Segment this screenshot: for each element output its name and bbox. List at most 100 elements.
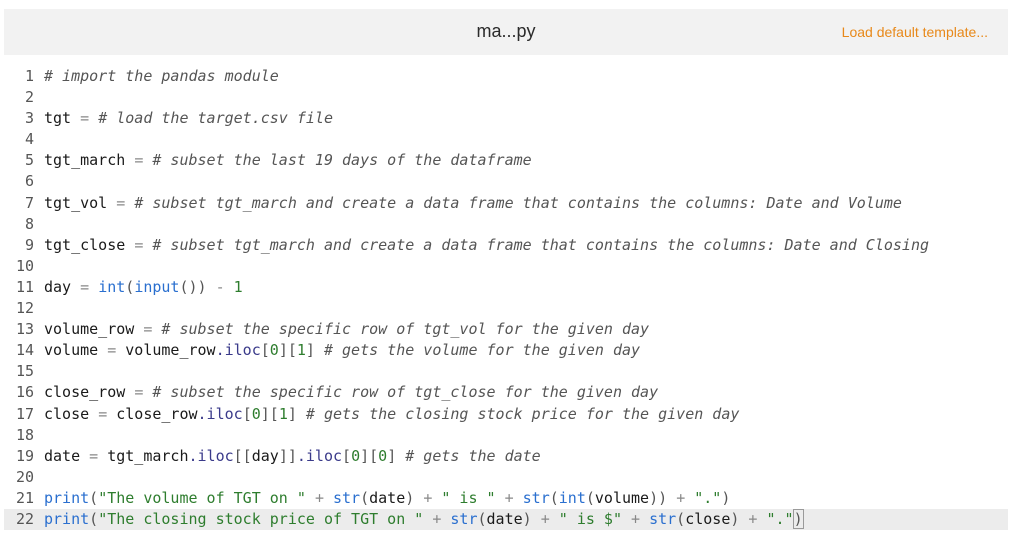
code-line[interactable]: 16 close_row = # subset the specific row … <box>4 382 1008 403</box>
code-token: ][ <box>278 341 297 360</box>
code-token: .iloc <box>215 341 261 360</box>
code-line[interactable]: 8 <box>4 214 1008 235</box>
line-number: 4 <box>24 130 34 149</box>
code-line[interactable]: 17 close = close_row.iloc[0][1] # gets th… <box>4 404 1008 425</box>
code-token: + <box>314 488 324 507</box>
load-default-template-link[interactable]: Load default template... <box>842 24 988 40</box>
code-line-content: volume = volume_row.iloc[0][1] # gets th… <box>44 341 640 359</box>
code-token: = <box>89 446 99 465</box>
code-line-content: tgt_vol = # subset tgt_march and create … <box>44 194 902 212</box>
code-token: 1 <box>233 277 243 296</box>
code-token: [[ <box>233 446 252 465</box>
code-line[interactable]: 18 <box>4 425 1008 446</box>
code-token: ] <box>387 446 397 465</box>
code-token: volume_row <box>44 320 144 339</box>
code-token: = <box>116 193 126 212</box>
code-line[interactable]: 19 date = tgt_march.iloc[[day]].iloc[0][0… <box>4 446 1008 467</box>
code-token: ]] <box>278 446 297 465</box>
code-line-content: tgt_close = # subset tgt_march and creat… <box>44 236 929 254</box>
code-token: ( <box>125 277 135 296</box>
code-line[interactable]: 7 tgt_vol = # subset tgt_march and create… <box>4 193 1008 214</box>
code-token: close_row <box>107 404 198 423</box>
code-token: # gets the closing stock price for the g… <box>305 404 740 423</box>
code-token: print <box>44 509 90 528</box>
code-token: # import the pandas module <box>44 67 279 85</box>
editor-header: ma...py Load default template... <box>4 9 1008 55</box>
code-line-content: tgt = # load the target.csv file <box>44 109 333 127</box>
code-line[interactable]: 3 tgt = # load the target.csv file <box>4 108 1008 129</box>
code-line-content: close = close_row.iloc[0][1] # gets the … <box>44 405 739 423</box>
code-token: ( <box>585 488 595 507</box>
code-token: [ <box>342 446 352 465</box>
code-token: # gets the date <box>405 446 541 465</box>
code-token: .iloc <box>296 446 343 465</box>
code-line[interactable]: 13 volume_row = # subset the specific row… <box>4 319 1008 340</box>
code-line-content: print("The closing stock price of TGT on… <box>44 508 804 529</box>
code-token: ][ <box>360 446 379 465</box>
code-line[interactable]: 1 # import the pandas module <box>4 66 1008 87</box>
code-line[interactable]: 20 <box>4 467 1008 488</box>
code-token: str <box>333 488 361 507</box>
line-number: 22 <box>15 509 34 528</box>
line-number: 13 <box>15 320 34 339</box>
code-token: [ <box>242 404 252 423</box>
code-line[interactable]: 2 <box>4 87 1008 108</box>
code-token: 1 <box>296 341 306 360</box>
code-token: day <box>251 446 279 465</box>
code-line[interactable]: 22 print("The closing stock price of TGT … <box>4 508 1008 531</box>
code-token: ( <box>676 509 686 528</box>
code-token: volume_row <box>116 341 216 360</box>
line-number: 5 <box>24 151 34 170</box>
code-token: "." <box>694 488 722 507</box>
code-line[interactable]: 5 tgt_march = # subset the last 19 days o… <box>4 150 1008 171</box>
code-token: + <box>540 509 550 528</box>
code-token: volume <box>594 488 650 507</box>
code-line[interactable]: 14 volume = volume_row.iloc[0][1] # gets … <box>4 340 1008 361</box>
code-token: ][ <box>260 404 279 423</box>
code-token: 0 <box>251 404 261 423</box>
line-number: 18 <box>15 425 34 444</box>
code-token: int <box>98 277 126 296</box>
line-number: 6 <box>24 172 34 191</box>
code-line[interactable]: 6 <box>4 171 1008 192</box>
line-number: 2 <box>24 88 34 107</box>
line-number: 9 <box>24 235 34 254</box>
code-token: .iloc <box>197 404 243 423</box>
code-token: " is " <box>441 488 496 507</box>
code-line[interactable]: 15 <box>4 361 1008 382</box>
code-token: # subset the specific row of tgt_vol for… <box>161 320 650 339</box>
code-area[interactable]: 1 # import the pandas module 2 3 tgt = # loa… <box>4 66 1008 531</box>
code-line[interactable]: 11 day = int(input()) - 1 <box>4 277 1008 298</box>
code-token: int <box>558 488 586 507</box>
code-token: = <box>107 341 117 360</box>
code-token: 1 <box>278 404 288 423</box>
code-line[interactable]: 9 tgt_close = # subset tgt_march and crea… <box>4 235 1008 256</box>
code-line[interactable]: 21 print("The volume of TGT on " + str(da… <box>4 488 1008 509</box>
code-token: " is $" <box>558 509 622 528</box>
line-number: 17 <box>15 404 34 423</box>
code-token: input <box>134 277 180 296</box>
code-token: = <box>134 235 144 254</box>
code-line[interactable]: 10 <box>4 256 1008 277</box>
code-token: ( <box>549 488 559 507</box>
code-token: )) <box>649 488 668 507</box>
code-token: day <box>44 277 81 296</box>
line-number: 12 <box>15 299 34 318</box>
code-token: = <box>134 151 144 170</box>
line-number: 8 <box>24 214 34 233</box>
code-line[interactable]: 12 <box>4 298 1008 319</box>
code-token: 0 <box>269 341 279 360</box>
code-token: .iloc <box>188 446 234 465</box>
code-token: print <box>44 488 90 507</box>
line-number: 15 <box>15 362 34 381</box>
code-token: ( <box>360 488 370 507</box>
code-line[interactable]: 4 <box>4 129 1008 150</box>
